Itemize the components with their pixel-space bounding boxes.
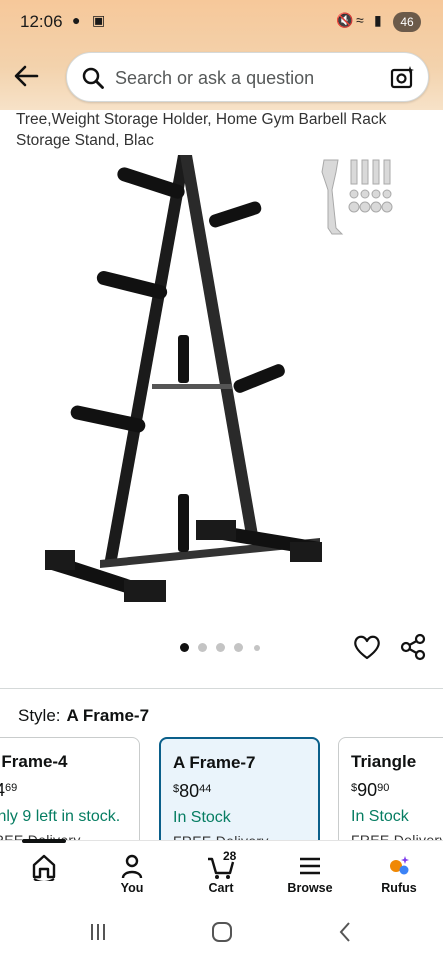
variant-price: $8044	[173, 781, 212, 801]
tab-you[interactable]: You	[88, 841, 176, 905]
home-button-icon[interactable]	[210, 920, 234, 944]
system-navigation-bar	[0, 904, 443, 960]
variant-list: A Frame-4 7469 Only 9 left in stock. FRE…	[0, 737, 443, 847]
wifi-icon: ≈	[356, 12, 364, 28]
tab-label: You	[120, 881, 144, 895]
variant-stock: In Stock	[173, 809, 231, 826]
variant-name: A Frame-4	[0, 752, 68, 771]
variant-card-triangle[interactable]: Triangle $9090 In Stock FREE Delivery	[338, 737, 443, 847]
variant-price: 7469	[0, 780, 18, 800]
variant-card-a-frame-7[interactable]: A Frame-7 $8044 In Stock FREE Delivery	[159, 737, 320, 847]
carousel-dot[interactable]	[198, 643, 207, 652]
carousel-dot[interactable]	[180, 643, 189, 652]
style-selected-value: A Frame-7	[66, 706, 150, 725]
carousel-dot[interactable]	[216, 643, 225, 652]
search-bar[interactable]: Search or ask a question	[66, 52, 429, 102]
tab-label: Browse	[287, 881, 333, 895]
search-input[interactable]: Search or ask a question	[115, 68, 314, 89]
back-arrow-icon[interactable]	[12, 62, 40, 90]
carousel-dot[interactable]	[254, 645, 260, 651]
product-image[interactable]	[20, 150, 430, 620]
variant-stock: Only 9 left in stock.	[0, 808, 121, 825]
bottom-tab-bar: You 28 Cart Browse Rufus	[0, 839, 443, 905]
home-icon	[32, 854, 56, 881]
active-tab-indicator	[22, 839, 66, 843]
recent-apps-icon[interactable]	[86, 920, 110, 944]
tab-label: Rufus	[381, 881, 417, 895]
style-selector-label: Style: A Frame-7	[18, 706, 149, 726]
heart-icon[interactable]	[352, 632, 382, 662]
tab-label: Cart	[208, 881, 234, 895]
tab-browse[interactable]: Browse	[266, 841, 354, 905]
system-back-icon[interactable]	[334, 920, 358, 944]
battery-indicator: 46	[393, 12, 421, 32]
tab-cart[interactable]: 28 Cart	[177, 841, 265, 905]
variant-name: Triangle	[351, 752, 417, 771]
rufus-icon	[390, 856, 409, 875]
variant-card-a-frame-4[interactable]: A Frame-4 7469 Only 9 left in stock. FRE…	[0, 737, 140, 847]
cart-count-badge: 28	[223, 849, 237, 863]
share-icon[interactable]	[398, 632, 428, 662]
camera-scan-icon[interactable]	[390, 65, 416, 91]
status-bar: 12:06 ● ▣ 🔇 ≈ ▮ 46	[0, 0, 443, 44]
section-divider	[0, 688, 443, 689]
style-label: Style:	[18, 706, 61, 725]
mute-icon: 🔇	[336, 12, 354, 28]
tab-home[interactable]	[0, 839, 88, 905]
chat-bubble-icon: ●	[72, 12, 81, 28]
search-icon	[82, 67, 104, 89]
menu-icon	[300, 857, 320, 875]
person-icon	[121, 854, 143, 879]
variant-stock: In Stock	[351, 808, 409, 825]
product-title: Tree,Weight Storage Holder, Home Gym Bar…	[16, 111, 387, 149]
signal-icon: ▮	[374, 12, 382, 28]
variant-name: A Frame-7	[173, 753, 256, 772]
screenshot-icon: ▣	[92, 12, 106, 28]
carousel-dot[interactable]	[234, 643, 243, 652]
status-time: 12:06	[20, 12, 63, 31]
variant-price: $9090	[351, 780, 390, 800]
tab-rufus[interactable]: Rufus	[355, 841, 443, 905]
